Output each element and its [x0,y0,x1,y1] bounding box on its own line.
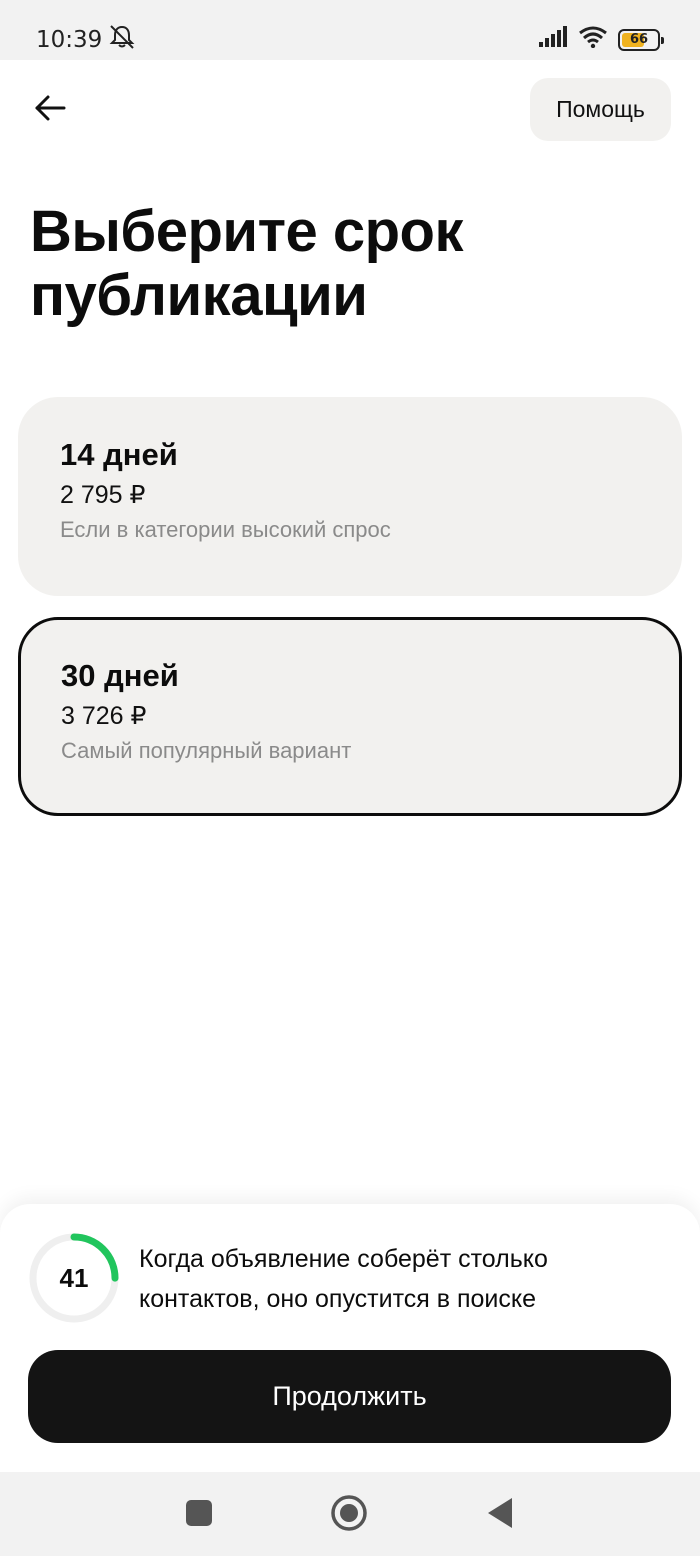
mute-icon [108,24,136,56]
battery-level: 66 [629,32,649,47]
continue-button[interactable]: Продолжить [28,1350,671,1443]
help-button[interactable]: Помощь [530,78,671,141]
status-bar: 10:39 66 [0,0,700,60]
option-duration: 14 дней [60,437,178,472]
option-card-14-days[interactable]: 14 дней 2 795 ₽ Если в категории высокий… [18,397,682,596]
page-title: Выберите срок публикации [30,199,464,328]
arrow-left-icon [34,94,66,127]
status-icons: 66 [538,26,664,53]
option-description: Если в категории высокий спрос [60,517,391,542]
circle-home-icon[interactable] [330,1494,368,1539]
square-icon[interactable] [185,1494,213,1539]
option-card-30-days[interactable]: 30 дней 3 726 ₽ Самый популярный вариант [18,617,682,816]
triangle-back-icon[interactable] [486,1494,514,1539]
contacts-progress-ring: 41 [28,1232,120,1324]
system-nav-bar [0,1472,700,1556]
contacts-info-text: Когда объявление соберёт столько контакт… [139,1245,548,1313]
wifi-icon [578,26,608,53]
back-button[interactable] [28,88,72,132]
option-price: 2 795 ₽ [60,481,146,509]
bottom-sheet: 41 Когда объявление соберёт столько конт… [0,1204,700,1472]
option-duration: 30 дней [61,658,179,693]
option-price: 3 726 ₽ [61,702,147,730]
signal-icon [538,26,568,53]
contacts-count: 41 [59,1262,89,1293]
status-time: 10:39 [36,24,136,56]
battery-icon: 66 [618,28,664,51]
clock-time: 10:39 [36,27,103,53]
option-description: Самый популярный вариант [61,738,352,763]
publication-term-screen: Помощь Выберите срок публикации 14 дней … [0,60,700,1472]
